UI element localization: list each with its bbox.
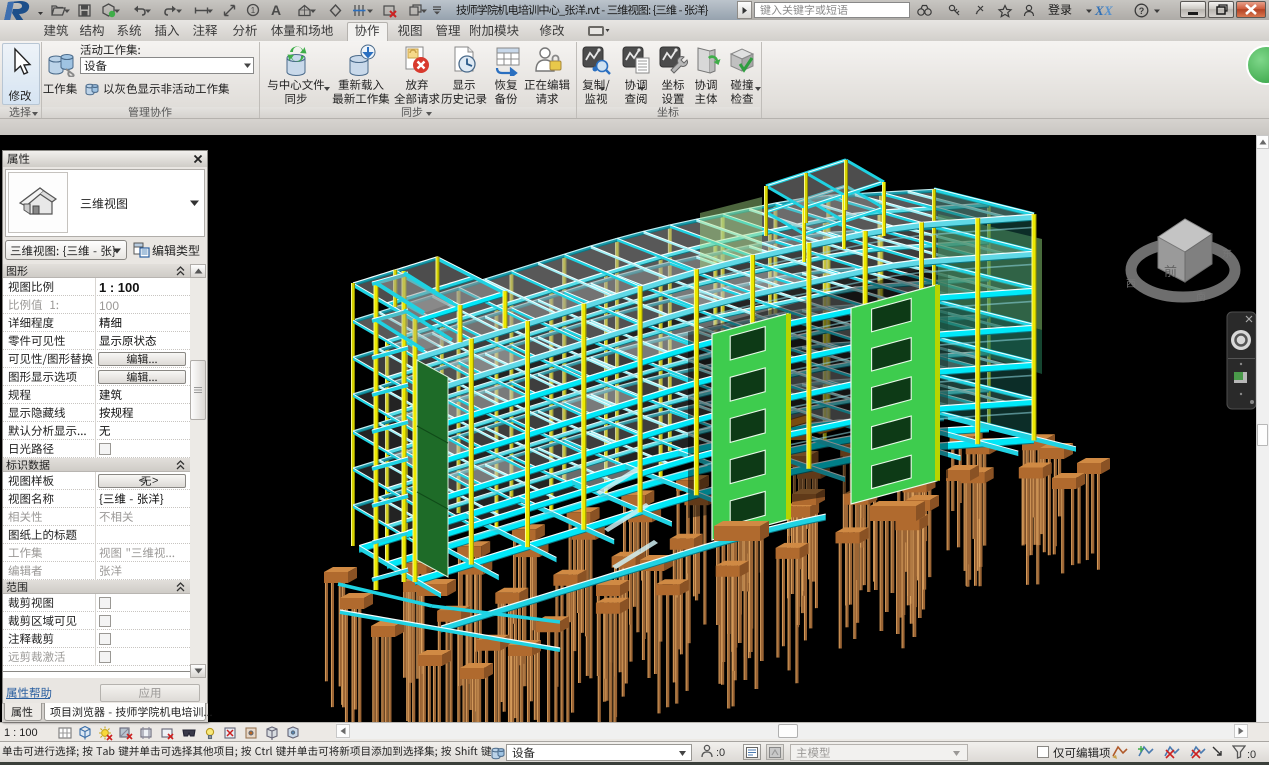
svg-text:?: ? <box>1139 6 1145 16</box>
svg-text:X: X <box>1094 4 1104 17</box>
svg-text:X: X <box>1103 4 1113 17</box>
svg-text:A: A <box>271 2 281 18</box>
svg-text:1: 1 <box>251 6 256 15</box>
